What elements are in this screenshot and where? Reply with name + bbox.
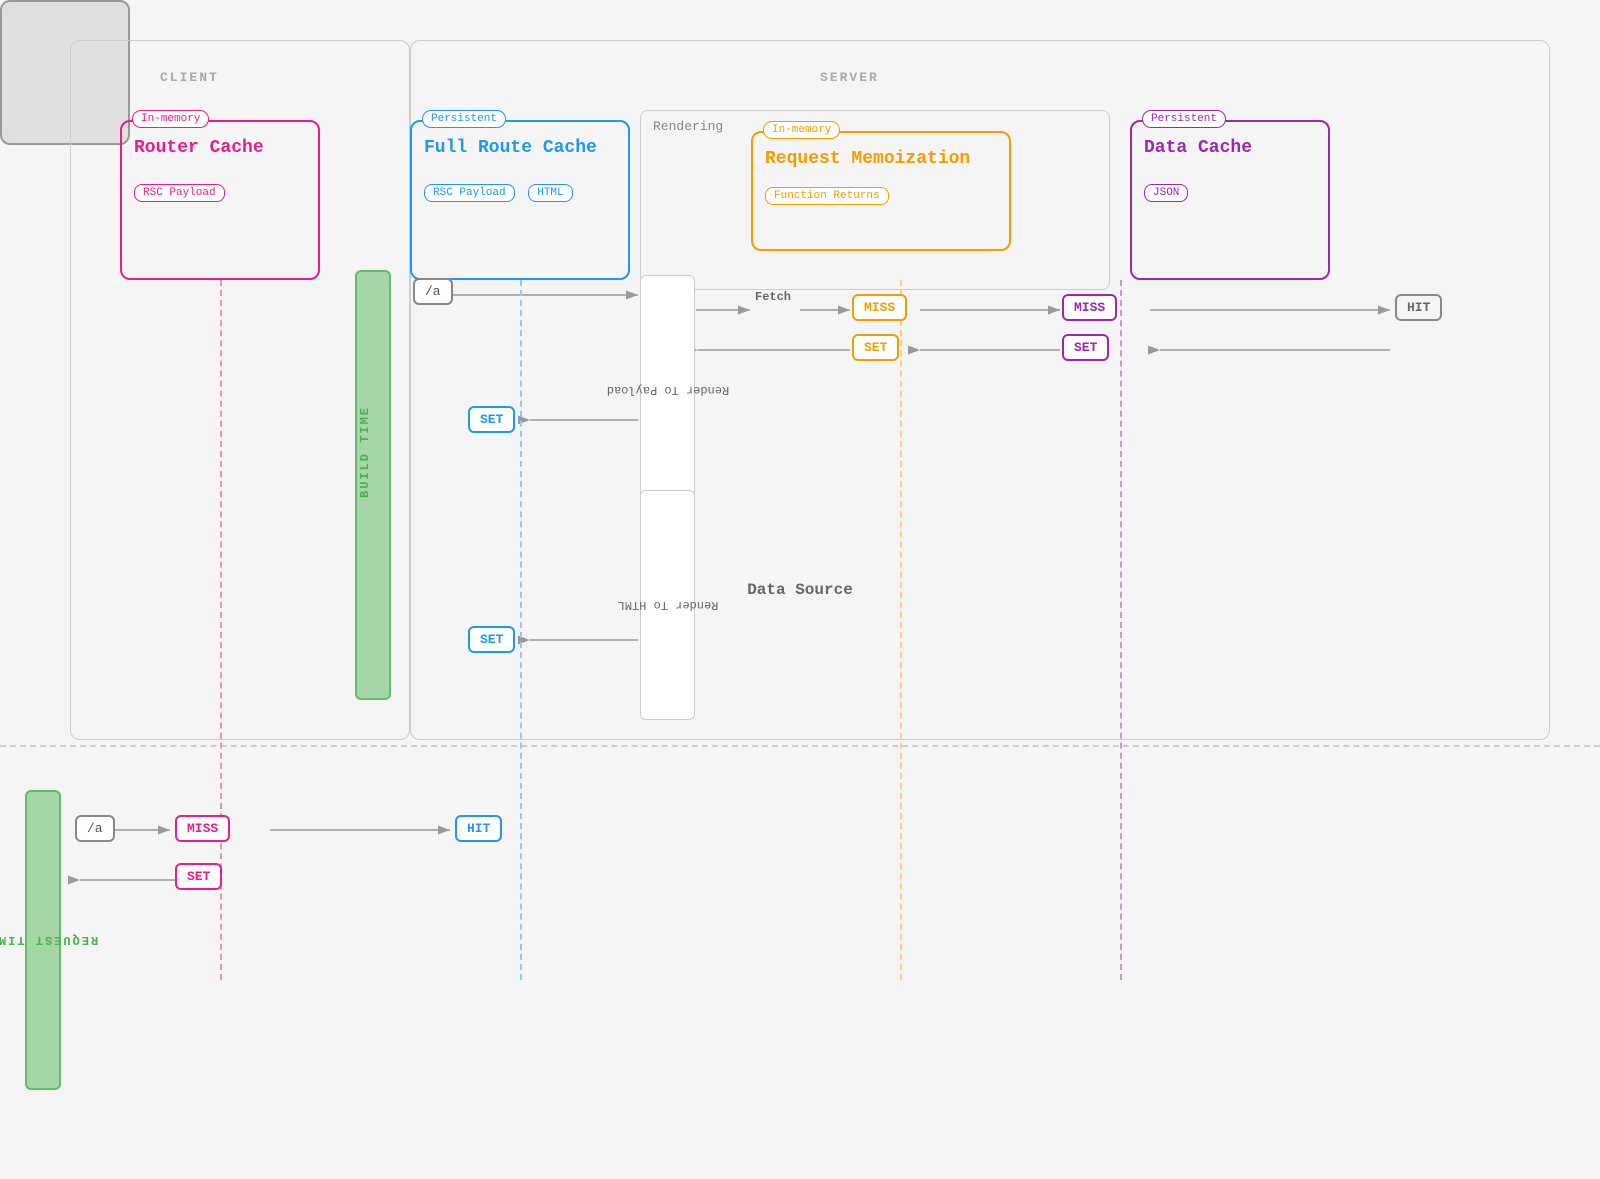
dashed-line-request-memo (900, 280, 902, 980)
render-payload-label: Render To Payload (606, 383, 728, 397)
router-cache-box: In-memory Router Cache RSC Payload (120, 120, 320, 280)
miss-purple-build: MISS (1062, 294, 1117, 321)
miss-pink-request: MISS (175, 815, 230, 842)
request-memo-title: Request Memoization (765, 149, 997, 169)
request-memo-sub: Function Returns (765, 187, 889, 205)
render-html-label: Render To HTML (617, 598, 718, 612)
set-blue-payload: SET (468, 406, 515, 433)
route-badge-build: /a (413, 278, 453, 305)
request-memo-badge: In-memory (763, 121, 840, 139)
diagram: CLIENT SERVER In-memory Router Cache RSC… (0, 0, 1600, 1179)
data-source-label: Data Source (747, 581, 853, 599)
full-route-sub-html: HTML (528, 184, 572, 202)
render-html-box: Render To HTML (640, 490, 695, 720)
hit-gray-build: HIT (1395, 294, 1442, 321)
data-cache-badge: Persistent (1142, 110, 1226, 128)
server-label: SERVER (820, 70, 879, 85)
router-cache-sub: RSC Payload (134, 184, 225, 202)
data-cache-sub: JSON (1144, 184, 1188, 202)
router-cache-title: Router Cache (134, 138, 306, 158)
full-route-cache-box: Persistent Full Route Cache RSC Payload … (410, 120, 630, 280)
section-divider (0, 745, 1600, 747)
miss-orange-build: MISS (852, 294, 907, 321)
request-time-bar: REQUEST TIME (25, 790, 61, 1090)
full-route-cache-title: Full Route Cache (424, 138, 616, 158)
full-route-sub-rsc: RSC Payload (424, 184, 515, 202)
hit-blue-request: HIT (455, 815, 502, 842)
client-label: CLIENT (160, 70, 219, 85)
request-time-label: REQUEST TIME (0, 933, 98, 947)
dashed-line-data-cache (1120, 280, 1122, 980)
full-route-cache-badge: Persistent (422, 110, 506, 128)
set-pink-request: SET (175, 863, 222, 890)
request-memo-box: In-memory Request Memoization Function R… (751, 131, 1011, 251)
route-badge-request: /a (75, 815, 115, 842)
set-orange-build: SET (852, 334, 899, 361)
router-cache-badge: In-memory (132, 110, 209, 128)
render-payload-box: Render To Payload (640, 275, 695, 505)
rendering-label: Rendering (653, 119, 723, 134)
build-time-label: BUILD TIME (358, 406, 372, 498)
rendering-box: Rendering In-memory Request Memoization … (640, 110, 1110, 290)
dashed-line-full-route (520, 280, 522, 980)
data-cache-title: Data Cache (1144, 138, 1316, 158)
set-purple-build: SET (1062, 334, 1109, 361)
fetch-label: Fetch (755, 290, 791, 304)
set-blue-html: SET (468, 626, 515, 653)
build-time-bar: BUILD TIME (355, 270, 391, 700)
data-cache-box: Persistent Data Cache JSON (1130, 120, 1330, 280)
